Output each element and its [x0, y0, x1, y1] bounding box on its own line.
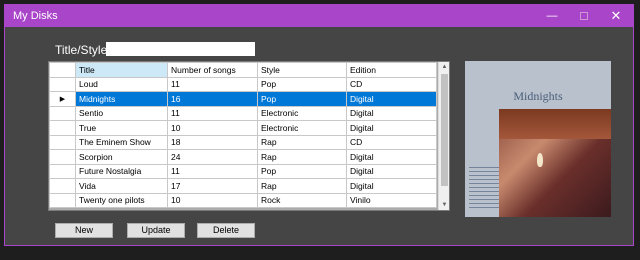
row-header[interactable]: [49, 105, 76, 121]
table-row[interactable]: Scorpion 24 Rap Digital: [49, 149, 437, 165]
cell-number-of-songs[interactable]: 10: [167, 192, 258, 208]
table-row[interactable]: Vida 17 Rap Digital: [49, 178, 437, 194]
cell-title[interactable]: Twenty one pilots: [75, 192, 168, 208]
column-header-edition[interactable]: Edition: [346, 62, 437, 78]
minimize-button[interactable]: —: [537, 5, 567, 27]
row-header[interactable]: [49, 178, 76, 194]
table-row[interactable]: Future Nostalgia 11 Pop Digital: [49, 163, 437, 179]
cell-style[interactable]: Pop: [257, 163, 347, 179]
table-body: Loud 11 Pop CD ▶ Midnights 16 Pop Digital Sentio 1…: [49, 76, 437, 208]
cell-edition[interactable]: Digital: [346, 178, 437, 194]
cell-title[interactable]: Future Nostalgia: [75, 163, 168, 179]
album-cover-title: Midnights: [513, 89, 563, 103]
cell-edition[interactable]: Digital: [346, 149, 437, 165]
window-title: My Disks: [13, 10, 58, 22]
cell-number-of-songs[interactable]: 17: [167, 178, 258, 194]
row-header[interactable]: [49, 76, 76, 92]
cell-style[interactable]: Rap: [257, 178, 347, 194]
cell-title[interactable]: True: [75, 120, 168, 136]
cell-title[interactable]: Vida: [75, 178, 168, 194]
cell-style[interactable]: Pop: [257, 76, 347, 92]
cover-tracklist: [469, 167, 499, 211]
cell-edition[interactable]: Vinilo: [346, 192, 437, 208]
row-header[interactable]: ▶: [49, 91, 76, 107]
column-header-title[interactable]: Title: [75, 62, 168, 78]
cell-title[interactable]: Sentio: [75, 105, 168, 121]
cell-style[interactable]: Rap: [257, 134, 347, 150]
disks-grid[interactable]: Title Number of songs Style Edition Loud…: [48, 61, 450, 211]
column-header-number-of-songs[interactable]: Number of songs: [167, 62, 258, 78]
cell-title[interactable]: Scorpion: [75, 149, 168, 165]
scroll-thumb[interactable]: [441, 74, 448, 186]
table-row[interactable]: True 10 Electronic Digital: [49, 120, 437, 136]
cell-style[interactable]: Rock: [257, 192, 347, 208]
maximize-icon: [580, 12, 588, 21]
update-button[interactable]: Update: [127, 223, 185, 238]
row-header[interactable]: [49, 120, 76, 136]
search-input[interactable]: [106, 42, 255, 56]
header-row: Title Number of songs Style Edition: [49, 62, 437, 78]
cell-style[interactable]: Electronic: [257, 120, 347, 136]
table-row[interactable]: Sentio 11 Electronic Digital: [49, 105, 437, 121]
close-button[interactable]: ✕: [601, 5, 631, 27]
cell-title[interactable]: Midnights: [75, 91, 168, 107]
table-row[interactable]: ▶ Midnights 16 Pop Digital: [49, 91, 437, 107]
table-row[interactable]: The Eminem Show 18 Rap CD: [49, 134, 437, 150]
cell-title[interactable]: Loud: [75, 76, 168, 92]
cell-style[interactable]: Rap: [257, 149, 347, 165]
column-header-style[interactable]: Style: [257, 62, 347, 78]
cover-photo-flame: [537, 153, 543, 167]
maximize-button[interactable]: [569, 5, 599, 27]
cell-number-of-songs[interactable]: 16: [167, 91, 258, 107]
scroll-up-icon[interactable]: ▲: [439, 62, 450, 72]
table-row[interactable]: Loud 11 Pop CD: [49, 76, 437, 92]
row-header[interactable]: [49, 149, 76, 165]
cell-number-of-songs[interactable]: 10: [167, 120, 258, 136]
row-header[interactable]: [49, 192, 76, 208]
cell-title[interactable]: The Eminem Show: [75, 134, 168, 150]
cell-number-of-songs[interactable]: 18: [167, 134, 258, 150]
new-button[interactable]: New: [55, 223, 113, 238]
cover-photo-hair: [499, 109, 611, 139]
search-label: Title/Style:: [55, 43, 111, 57]
cell-edition[interactable]: Digital: [346, 120, 437, 136]
cell-number-of-songs[interactable]: 24: [167, 149, 258, 165]
table-row[interactable]: Twenty one pilots 10 Rock Vinilo: [49, 192, 437, 208]
title-bar[interactable]: My Disks — ✕: [5, 5, 633, 27]
main-window: My Disks — ✕ Title/Style: Title Number o…: [4, 4, 634, 246]
cell-edition[interactable]: CD: [346, 134, 437, 150]
cell-style[interactable]: Electronic: [257, 105, 347, 121]
cell-edition[interactable]: Digital: [346, 91, 437, 107]
cell-number-of-songs[interactable]: 11: [167, 76, 258, 92]
cell-edition[interactable]: Digital: [346, 105, 437, 121]
album-cover-image: Midnights: [465, 61, 611, 217]
cell-edition[interactable]: CD: [346, 76, 437, 92]
delete-button[interactable]: Delete: [197, 223, 255, 238]
row-header[interactable]: [49, 134, 76, 150]
cell-style[interactable]: Pop: [257, 91, 347, 107]
vertical-scrollbar[interactable]: ▲ ▼: [438, 62, 449, 210]
row-pointer-icon: ▶: [59, 95, 66, 103]
cell-number-of-songs[interactable]: 11: [167, 163, 258, 179]
cell-edition[interactable]: Digital: [346, 163, 437, 179]
disks-table: Title Number of songs Style Edition Loud…: [49, 62, 437, 208]
scroll-down-icon[interactable]: ▼: [439, 200, 450, 210]
row-header[interactable]: [49, 163, 76, 179]
cell-number-of-songs[interactable]: 11: [167, 105, 258, 121]
row-header-corner: [49, 62, 76, 78]
